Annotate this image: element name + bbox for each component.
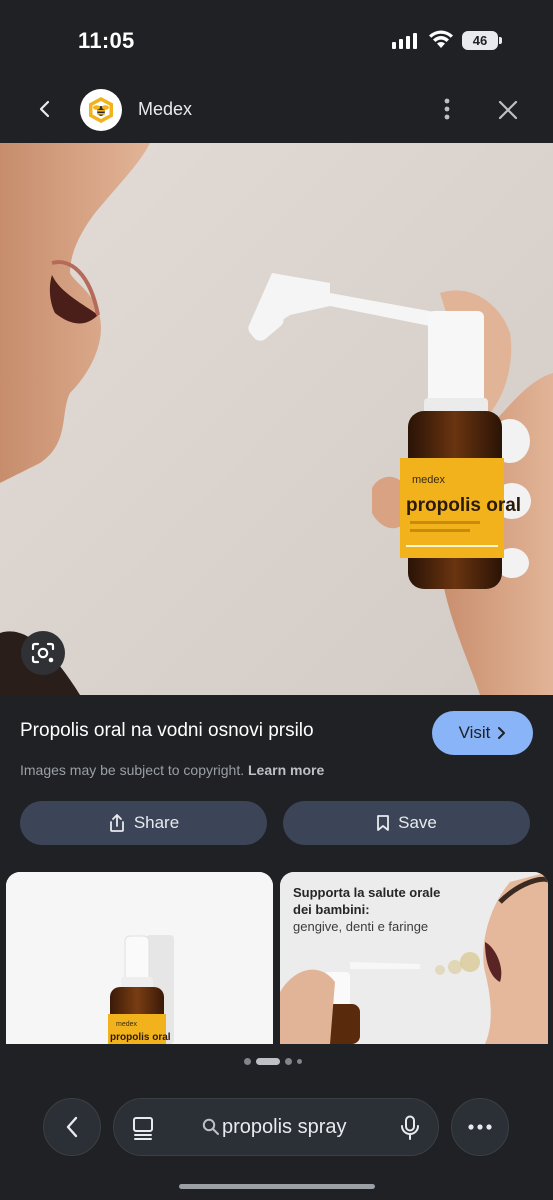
close-button[interactable] (492, 94, 524, 126)
carousel-dot (297, 1058, 302, 1064)
site-name[interactable]: Medex (138, 99, 192, 120)
carousel-dot (244, 1057, 251, 1065)
close-icon (498, 100, 518, 120)
battery-tip (499, 37, 502, 44)
more-horiz-icon (468, 1124, 492, 1130)
back-button[interactable] (28, 92, 62, 126)
visit-button-label: Visit (458, 723, 491, 742)
related-caption-subline: gengive, denti e faringe (293, 919, 429, 934)
result-title[interactable]: Propolis oral na vodni osnovi prsilo (20, 720, 314, 742)
site-logo[interactable] (80, 89, 122, 131)
copyright-notice: Images may be subject to copyright. Lear… (20, 762, 324, 778)
bookmark-icon (377, 815, 390, 831)
thumb-product-label: propolis oral (110, 1032, 171, 1043)
search-bar[interactable]: propolis spray (113, 1098, 439, 1156)
share-label: Share (133, 813, 180, 832)
visit-button[interactable]: Visit (432, 711, 533, 755)
search-query[interactable]: propolis spray (222, 1116, 347, 1139)
share-button[interactable]: Share (20, 801, 267, 845)
browser-back-button[interactable] (43, 1098, 101, 1156)
chevron-right-icon (498, 727, 506, 739)
microphone-icon[interactable] (400, 1115, 420, 1141)
related-caption-headline: Supporta la salute orale dei bambini: (293, 885, 441, 917)
thumb-brand-label: medex (116, 1021, 138, 1028)
save-button[interactable]: Save (283, 801, 530, 845)
bee-hexagon-logo-icon (89, 97, 113, 123)
carousel-indicator (244, 1057, 302, 1065)
carousel-dot (285, 1057, 292, 1065)
browser-menu-button[interactable] (451, 1098, 509, 1156)
more-options-button[interactable] (432, 94, 462, 124)
tabs-icon (133, 1117, 153, 1140)
more-vert-icon (444, 98, 450, 120)
chevron-left-icon (39, 100, 50, 118)
learn-more-link[interactable]: Learn more (248, 762, 324, 778)
chevron-left-icon (66, 1116, 78, 1138)
cellular-signal-icon (392, 33, 417, 49)
related-image-1[interactable]: medex propolis oral (6, 872, 273, 1044)
battery-indicator: 46 (462, 31, 498, 50)
bottle-brand-label: medex (412, 474, 446, 486)
save-label: Save (398, 813, 437, 832)
lens-icon (31, 642, 55, 664)
visual-search-button[interactable] (21, 631, 65, 675)
share-icon (109, 814, 124, 832)
product-photo: medex propolis oral (0, 143, 553, 695)
related-caption: Supporta la salute orale dei bambini: ge… (293, 884, 453, 935)
related-image-2[interactable]: Supporta la salute orale dei bambini: ge… (280, 872, 548, 1044)
bottle-product-label: propolis oral (406, 495, 521, 516)
home-indicator[interactable] (179, 1184, 375, 1189)
related-product-photo: medex propolis oral (6, 872, 273, 1044)
search-icon (202, 1118, 219, 1135)
wifi-icon (429, 30, 453, 48)
status-time: 11:05 (78, 28, 135, 53)
copyright-text: Images may be subject to copyright. (20, 762, 245, 778)
main-image[interactable]: medex propolis oral (0, 143, 553, 695)
carousel-dot-active (256, 1057, 280, 1065)
